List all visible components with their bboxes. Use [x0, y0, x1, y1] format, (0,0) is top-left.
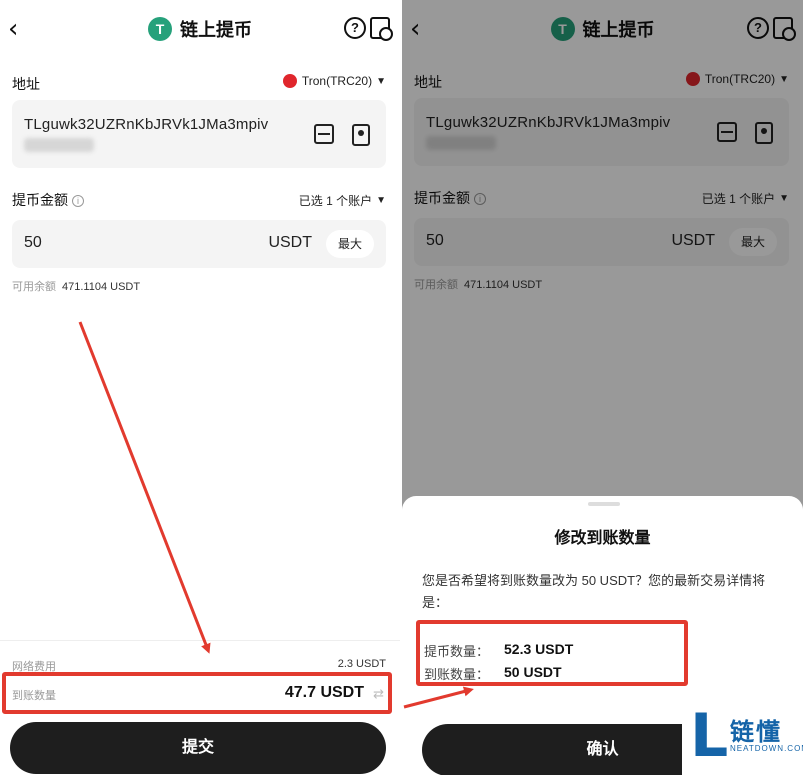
max-button[interactable]: 最大	[326, 230, 374, 258]
highlight-box	[416, 620, 688, 686]
info-icon[interactable]: i	[72, 195, 84, 208]
page-title: 链上提币	[180, 20, 252, 40]
highlight-box	[2, 672, 392, 714]
address-label: 地址	[12, 76, 40, 92]
caret-down-icon: ▼	[376, 75, 386, 87]
watermark-name: 链懂	[730, 719, 782, 746]
submit-button[interactable]: 提交	[10, 722, 386, 774]
page-title-wrap: T 链上提币	[0, 16, 400, 42]
account-select-text: 已选 1 个账户	[298, 194, 373, 208]
tron-icon	[282, 74, 297, 88]
confirm-screen: ‹ T 链上提币 ? 地址 Tron(TRC20) ▼ TLguwk32UZRnK…	[402, 0, 803, 775]
fee-value: 2.3 USDT	[337, 658, 386, 670]
network-selector[interactable]: Tron(TRC20) ▼	[282, 74, 386, 88]
address-value: TLguwk32UZRnKbJRVk1JMa3mpiv	[24, 116, 269, 133]
address-blurred	[24, 138, 94, 152]
address-book-icon[interactable]	[352, 124, 370, 146]
help-icon[interactable]: ?	[344, 17, 366, 39]
withdraw-screen: ‹ T 链上提币 ? 地址 Tron(TRC20) ▼ TLguwk32UZRnK…	[0, 0, 400, 775]
available-balance: 可用余额 471.1104 USDT	[12, 278, 140, 294]
amount-unit: USDT	[268, 234, 312, 251]
tether-logo-icon: T	[148, 17, 172, 41]
network-name: Tron(TRC20)	[301, 74, 373, 88]
header: ‹ T 链上提币 ?	[0, 8, 400, 52]
drag-handle[interactable]	[588, 502, 620, 506]
caret-down-icon: ▼	[376, 195, 386, 206]
address-field[interactable]: TLguwk32UZRnKbJRVk1JMa3mpiv	[12, 100, 386, 168]
available-label: 可用余额	[12, 281, 56, 293]
amount-label: 提币金额	[12, 192, 68, 208]
account-selector[interactable]: 已选 1 个账户 ▼	[299, 192, 386, 209]
sheet-description: 您是否希望将到账数量改为 50 USDT？您的最新交易详情将是：	[422, 573, 766, 610]
scan-icon[interactable]	[314, 124, 334, 144]
watermark-domain: NEATDOWN.COM	[730, 744, 803, 753]
watermark-letter: L	[690, 701, 729, 771]
amount-input[interactable]: 50 USDT 最大	[12, 220, 386, 268]
available-value: 471.1104 USDT	[62, 281, 141, 293]
amount-label-wrap: 提币金额 i	[12, 190, 84, 210]
history-icon[interactable]	[370, 17, 393, 41]
sheet-title: 修改到账数量	[554, 530, 651, 547]
watermark-logo: L 链懂 NEATDOWN.COM	[682, 700, 803, 775]
amount-value: 50	[24, 234, 42, 251]
divider	[0, 640, 400, 641]
